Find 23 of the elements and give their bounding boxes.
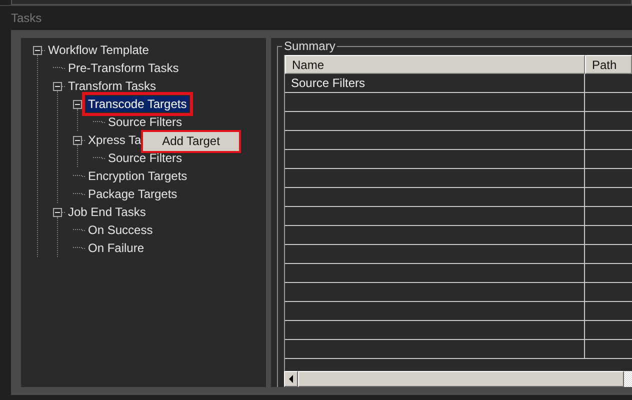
tree-item[interactable]: Pre-Transform Tasks <box>66 60 181 76</box>
column-header[interactable]: Name <box>285 55 585 74</box>
tree-item[interactable]: Encryption Targets <box>86 168 190 184</box>
tree-item[interactable]: Source Filters <box>106 114 184 130</box>
menu-item[interactable]: Add Target <box>141 130 241 153</box>
tree-item[interactable]: Package Targets <box>86 186 180 202</box>
collapse-icon[interactable] <box>53 208 62 216</box>
tree-item[interactable]: Workflow Template <box>46 42 151 58</box>
tree-item[interactable]: Source Filters <box>106 150 184 166</box>
tree-item[interactable]: On Success <box>86 222 155 238</box>
collapse-icon[interactable] <box>73 100 82 108</box>
tree-item[interactable]: Transform Tasks <box>66 78 158 94</box>
collapse-icon[interactable] <box>33 46 42 54</box>
tree-item[interactable]: Job End Tasks <box>66 204 148 220</box>
collapse-icon[interactable] <box>73 136 82 144</box>
tree-item[interactable]: Transcode Targets <box>86 96 189 112</box>
group-title: Summary <box>282 39 338 53</box>
collapse-icon[interactable] <box>53 82 62 90</box>
scroll-left-icon[interactable] <box>284 371 298 387</box>
tree-item[interactable]: On Failure <box>86 240 146 256</box>
column-header[interactable]: Path <box>585 55 632 74</box>
table-cell: Source Filters <box>285 74 585 92</box>
tree-item[interactable]: Xpress Ta <box>86 132 144 148</box>
